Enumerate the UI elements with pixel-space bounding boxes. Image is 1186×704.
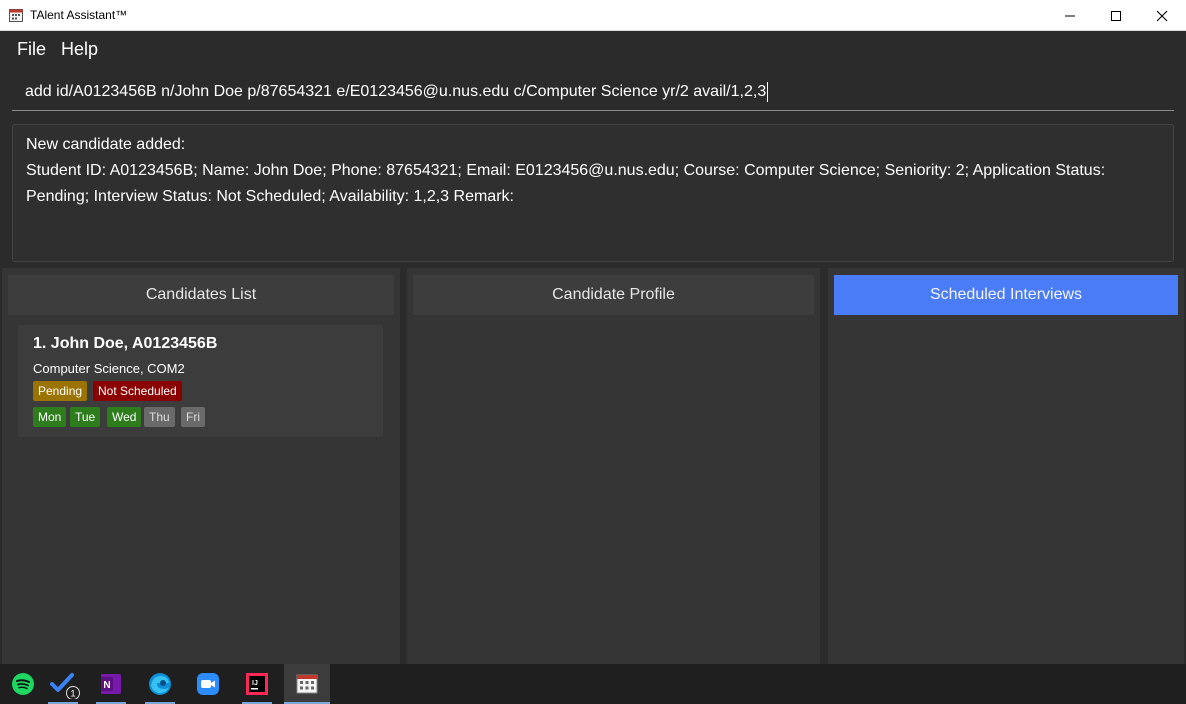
taskbar-todo[interactable]: 1 [40,664,86,704]
candidate-name: 1. John Doe, A0123456B [33,335,218,352]
availability-day-badge: Mon [33,407,67,427]
panel-divider[interactable] [400,268,407,664]
close-icon [1156,10,1168,21]
result-line: New candidate added: [26,136,186,153]
command-input-value: add id/A0123456B n/John Doe p/87654321 e… [25,82,769,102]
svg-text:N: N [103,680,110,691]
taskbar-zoom[interactable] [185,664,231,704]
result-display: New candidate added: Student ID: A012345… [12,124,1174,262]
maximize-button[interactable] [1093,0,1139,31]
edge-icon [149,673,171,695]
app-calendar-icon [9,9,23,22]
taskbar-talent-assistant[interactable] [284,664,330,704]
maximize-icon [1111,10,1121,21]
availability-day-badge: Wed [107,407,142,427]
title-bar[interactable]: TAlent Assistant™ [0,0,1186,31]
menu-file[interactable]: File [17,39,46,60]
text-caret [767,82,769,102]
talent-assistant-icon [296,674,318,694]
window-title: TAlent Assistant™ [30,8,128,22]
taskbar-intellij[interactable]: IJ [234,664,280,704]
taskbar-edge[interactable] [137,664,183,704]
scheduled-interviews-panel: Scheduled Interviews [828,268,1184,664]
interview-status-badge: Not Scheduled [93,381,182,401]
candidates-list-header: Candidates List [8,275,394,315]
command-input[interactable]: add id/A0123456B n/John Doe p/87654321 e… [12,74,1174,111]
result-line: Pending; Interview Status: Not Scheduled… [26,188,514,205]
svg-text:IJ: IJ [252,680,258,687]
menu-help[interactable]: Help [61,39,98,60]
minimize-icon [1065,15,1075,16]
candidate-profile-panel: Candidate Profile [407,268,820,664]
spotify-icon [12,673,34,695]
zoom-icon [197,673,219,695]
availability-day-badge: Thu [144,407,175,427]
menu-bar: File Help [0,31,1186,65]
candidates-list-panel: Candidates List 1. John Doe, A0123456B C… [2,268,400,664]
candidate-profile-header: Candidate Profile [413,275,814,315]
scheduled-interviews-header: Scheduled Interviews [834,275,1178,315]
taskbar-onenote[interactable]: N [88,664,134,704]
minimize-button[interactable] [1047,0,1093,31]
candidate-card[interactable]: 1. John Doe, A0123456B Computer Science,… [18,325,383,437]
availability-day-badge: Fri [181,407,205,427]
close-button[interactable] [1139,0,1185,31]
todo-badge-count: 1 [70,689,75,699]
todo-icon: 1 [50,673,80,699]
onenote-icon: N [101,674,121,694]
candidate-course: Computer Science, COM2 [33,361,185,376]
availability-day-badge: Tue [70,407,101,427]
application-status-badge: Pending [33,381,88,401]
taskbar: 1 N IJ [0,664,1186,704]
intellij-icon: IJ [246,673,268,695]
panel-divider[interactable] [820,268,828,664]
result-line: Student ID: A0123456B; Name: John Doe; P… [26,162,1106,179]
